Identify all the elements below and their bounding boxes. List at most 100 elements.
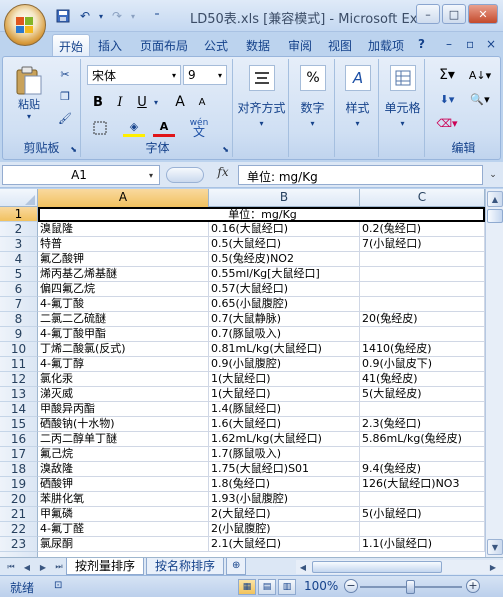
- tab-page-layout[interactable]: 页面布局: [134, 34, 194, 56]
- cell-a[interactable]: 二丙二醇单丁醚: [38, 432, 209, 447]
- cell-c[interactable]: [360, 402, 485, 417]
- normal-view-icon[interactable]: ▦: [238, 579, 256, 595]
- cell-b[interactable]: 2(大鼠经口): [209, 507, 360, 522]
- cell-a[interactable]: 硒酸钾: [38, 477, 209, 492]
- cell-b[interactable]: 1.6(大鼠经口): [209, 417, 360, 432]
- zoom-out-icon[interactable]: −: [344, 579, 358, 593]
- cell-c[interactable]: [360, 267, 485, 282]
- cell-c[interactable]: 7(小鼠经口): [360, 237, 485, 252]
- cell-c[interactable]: 1410(兔经皮): [360, 342, 485, 357]
- autosum-icon[interactable]: Σ▾: [433, 65, 461, 85]
- tab-addins[interactable]: 加载项: [362, 34, 410, 56]
- cell-b[interactable]: 1.4(豚鼠经口): [209, 402, 360, 417]
- tab-review[interactable]: 审阅: [282, 34, 318, 56]
- cell-c[interactable]: [360, 252, 485, 267]
- row-header[interactable]: 16: [0, 432, 38, 447]
- row-header[interactable]: 14: [0, 402, 38, 417]
- format-painter-icon[interactable]: 🖌: [55, 109, 75, 127]
- styles-icon[interactable]: A: [345, 65, 371, 91]
- cell-c[interactable]: 2.3(兔经口): [360, 417, 485, 432]
- row-header[interactable]: 15: [0, 417, 38, 432]
- row-header[interactable]: 9: [0, 327, 38, 342]
- row-header[interactable]: 8: [0, 312, 38, 327]
- formula-bar-splitter[interactable]: [166, 167, 204, 183]
- cells-dropdown-icon[interactable]: ▾: [381, 119, 424, 128]
- zoom-in-icon[interactable]: +: [466, 579, 480, 593]
- sheet-tab-by-name[interactable]: 按名称排序: [146, 558, 225, 575]
- cell-a[interactable]: 溴敌隆: [38, 462, 209, 477]
- row-header[interactable]: 5: [0, 267, 38, 282]
- first-sheet-icon[interactable]: ⏮: [4, 560, 18, 574]
- paste-button[interactable]: 粘贴 ▾: [9, 63, 49, 123]
- ribbon-close-icon[interactable]: ×: [480, 34, 502, 56]
- ribbon-restore-icon[interactable]: ▫: [460, 34, 480, 56]
- tab-home[interactable]: 开始: [52, 34, 91, 56]
- alignment-button-label[interactable]: 对齐方式: [235, 99, 288, 116]
- underline-dropdown-icon[interactable]: ▾: [151, 93, 161, 111]
- expand-formula-bar-icon[interactable]: ⌄: [485, 166, 501, 184]
- cell-c[interactable]: 9.4(兔经皮): [360, 462, 485, 477]
- row-header[interactable]: 19: [0, 477, 38, 492]
- font-size-select[interactable]: 9 ▾: [183, 65, 227, 85]
- tab-insert[interactable]: 插入: [92, 34, 128, 56]
- tab-data[interactable]: 数据: [240, 34, 276, 56]
- cell-b[interactable]: 0.7(大鼠静脉): [209, 312, 360, 327]
- clipboard-launcher-icon[interactable]: ⬊: [70, 145, 77, 154]
- cell-a[interactable]: 苯肼化氧: [38, 492, 209, 507]
- row-header[interactable]: 3: [0, 237, 38, 252]
- column-header-c[interactable]: C: [360, 189, 485, 207]
- number-dropdown-icon[interactable]: ▾: [291, 119, 334, 128]
- scroll-left-icon[interactable]: ◀: [296, 560, 310, 574]
- phonetic-guide-button[interactable]: wén 文: [187, 117, 211, 139]
- cell-c[interactable]: 126(大鼠经口)NO3: [360, 477, 485, 492]
- row-header[interactable]: 12: [0, 372, 38, 387]
- select-all-corner[interactable]: [0, 189, 38, 207]
- cell-a1-merged[interactable]: 单位：mg/Kg: [38, 207, 485, 222]
- cell-a[interactable]: 4-氟丁醛: [38, 522, 209, 537]
- help-icon[interactable]: ?: [412, 34, 431, 56]
- cell-a[interactable]: 氯尿酮: [38, 537, 209, 552]
- formula-input[interactable]: 单位: mg/Kg: [238, 165, 483, 185]
- cell-c[interactable]: 5(小鼠经口): [360, 507, 485, 522]
- prev-sheet-icon[interactable]: ◀: [20, 560, 34, 574]
- insert-function-icon[interactable]: fx: [210, 165, 236, 185]
- cell-a[interactable]: 4-氟丁醇: [38, 357, 209, 372]
- cells-icon[interactable]: [390, 65, 416, 91]
- cell-b[interactable]: 1(大鼠经口): [209, 372, 360, 387]
- row-header[interactable]: 20: [0, 492, 38, 507]
- row-header[interactable]: 17: [0, 447, 38, 462]
- cell-b[interactable]: 0.5(大鼠经口): [209, 237, 360, 252]
- cell-a[interactable]: 涕灭威: [38, 387, 209, 402]
- name-box[interactable]: A1 ▾: [2, 165, 160, 185]
- fill-icon[interactable]: ⬇▾: [433, 89, 461, 109]
- italic-button[interactable]: I: [111, 93, 129, 111]
- styles-dropdown-icon[interactable]: ▾: [337, 119, 378, 128]
- cell-a[interactable]: 烯丙基乙烯基醚: [38, 267, 209, 282]
- cell-b[interactable]: 2.1(大鼠经口): [209, 537, 360, 552]
- macro-record-icon[interactable]: ⊡: [54, 580, 68, 594]
- ribbon-minimize-icon[interactable]: –: [440, 34, 458, 56]
- cell-b[interactable]: 0.55ml/Kg[大鼠经口]: [209, 267, 360, 282]
- font-color-icon[interactable]: A: [153, 119, 175, 137]
- row-header[interactable]: 4: [0, 252, 38, 267]
- horizontal-scroll-thumb[interactable]: [312, 561, 442, 573]
- cell-c[interactable]: [360, 297, 485, 312]
- vertical-scrollbar[interactable]: ▲ ▼: [485, 189, 503, 557]
- cell-b[interactable]: 1.93(小鼠腹腔): [209, 492, 360, 507]
- cell-a[interactable]: 溴鼠隆: [38, 222, 209, 237]
- row-header[interactable]: 10: [0, 342, 38, 357]
- cells-button-label[interactable]: 单元格: [381, 99, 424, 116]
- cell-a[interactable]: 硒酸钠(十水物): [38, 417, 209, 432]
- cell-b[interactable]: 2(小鼠腹腔): [209, 522, 360, 537]
- row-header[interactable]: 6: [0, 282, 38, 297]
- next-sheet-icon[interactable]: ▶: [36, 560, 50, 574]
- cell-c[interactable]: [360, 327, 485, 342]
- cell-c[interactable]: 41(兔经皮): [360, 372, 485, 387]
- zoom-level[interactable]: 100%: [304, 579, 338, 593]
- insert-sheet-icon[interactable]: ⊕: [226, 558, 247, 575]
- close-button[interactable]: ✕: [468, 4, 498, 24]
- cut-icon[interactable]: ✂: [55, 65, 75, 83]
- cell-a[interactable]: 偏四氟乙烷: [38, 282, 209, 297]
- cell-b[interactable]: 0.57(大鼠经口): [209, 282, 360, 297]
- row-header[interactable]: 22: [0, 522, 38, 537]
